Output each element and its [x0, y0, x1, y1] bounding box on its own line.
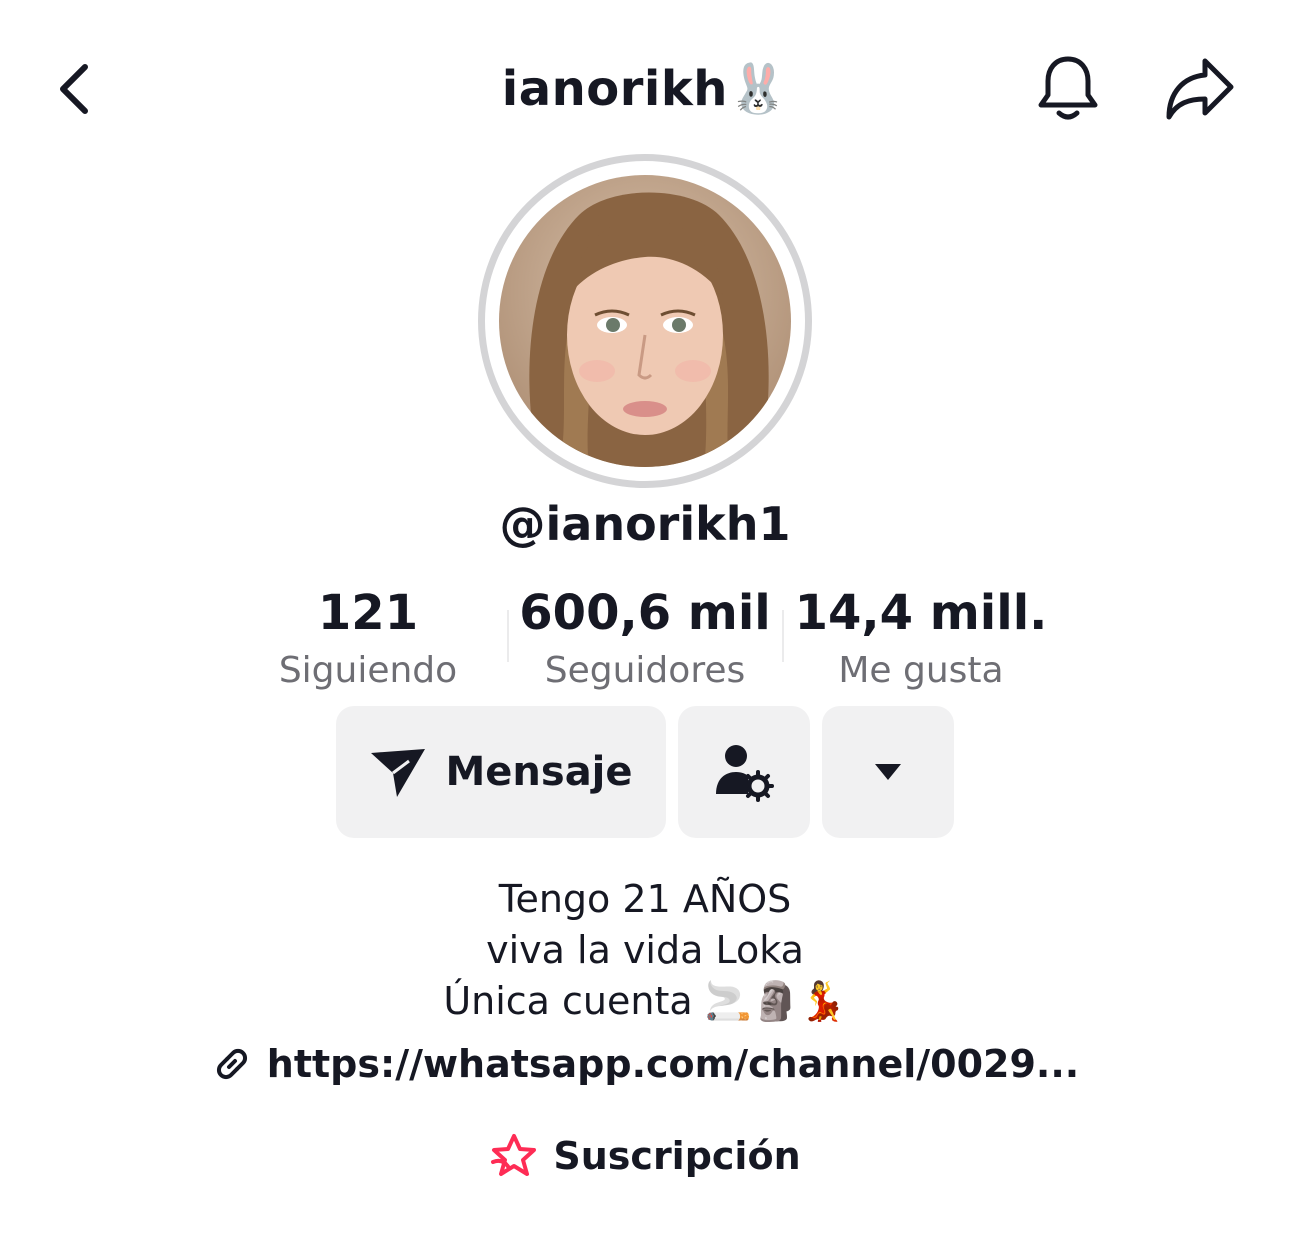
- bell-icon: [1038, 56, 1098, 120]
- link-icon: [216, 1048, 247, 1080]
- user-settings-icon: [716, 745, 774, 802]
- stat-likes[interactable]: 14,4 mill. Me gusta: [786, 584, 1056, 700]
- stats-divider: [782, 610, 784, 662]
- stats-row: 121 Siguiendo 600,6 mil Seguidores 14,4 …: [0, 584, 1290, 694]
- share-icon: [1166, 58, 1234, 120]
- star-icon: [491, 1134, 537, 1176]
- followers-label: Seguidores: [544, 650, 746, 691]
- followers-count: 600,6 mil: [519, 585, 771, 641]
- top-bar: ianorikh🐰: [0, 0, 1290, 180]
- bio: Tengo 21 AÑOS viva la vida Loka Única cu…: [0, 874, 1290, 1027]
- notification-button[interactable]: [1032, 52, 1104, 124]
- more-options-button[interactable]: [822, 706, 954, 838]
- stat-followers[interactable]: 600,6 mil Seguidores: [510, 584, 780, 700]
- stat-following[interactable]: 121 Siguiendo: [248, 584, 488, 700]
- message-button-label: Mensaje: [445, 749, 633, 795]
- username-handle: @ianorikh1: [499, 497, 791, 551]
- bio-link-text: https://whatsapp.com/channel/0029...: [266, 1042, 1080, 1086]
- share-button[interactable]: [1160, 52, 1240, 124]
- caret-down-icon: [875, 764, 901, 780]
- following-label: Siguiendo: [278, 650, 458, 691]
- following-count: 121: [317, 585, 419, 641]
- message-button[interactable]: Mensaje: [336, 706, 666, 838]
- subscription-label: Suscripción: [553, 1134, 801, 1178]
- avatar-image: [499, 175, 791, 467]
- bio-link[interactable]: https://whatsapp.com/channel/0029...: [0, 1042, 1290, 1086]
- likes-label: Me gusta: [838, 650, 1004, 691]
- subscription-button[interactable]: Suscripción: [0, 1132, 1290, 1180]
- bio-line: Única cuenta 🚬🗿💃: [443, 979, 847, 1023]
- user-settings-button[interactable]: [678, 706, 810, 838]
- bio-line: Tengo 21 AÑOS: [498, 877, 792, 921]
- bio-line: viva la vida Loka: [486, 928, 804, 972]
- action-buttons: Mensaje: [0, 706, 1290, 838]
- likes-count: 14,4 mill.: [794, 585, 1048, 641]
- avatar[interactable]: [478, 154, 812, 488]
- stats-divider: [507, 610, 509, 662]
- send-icon: [371, 749, 426, 797]
